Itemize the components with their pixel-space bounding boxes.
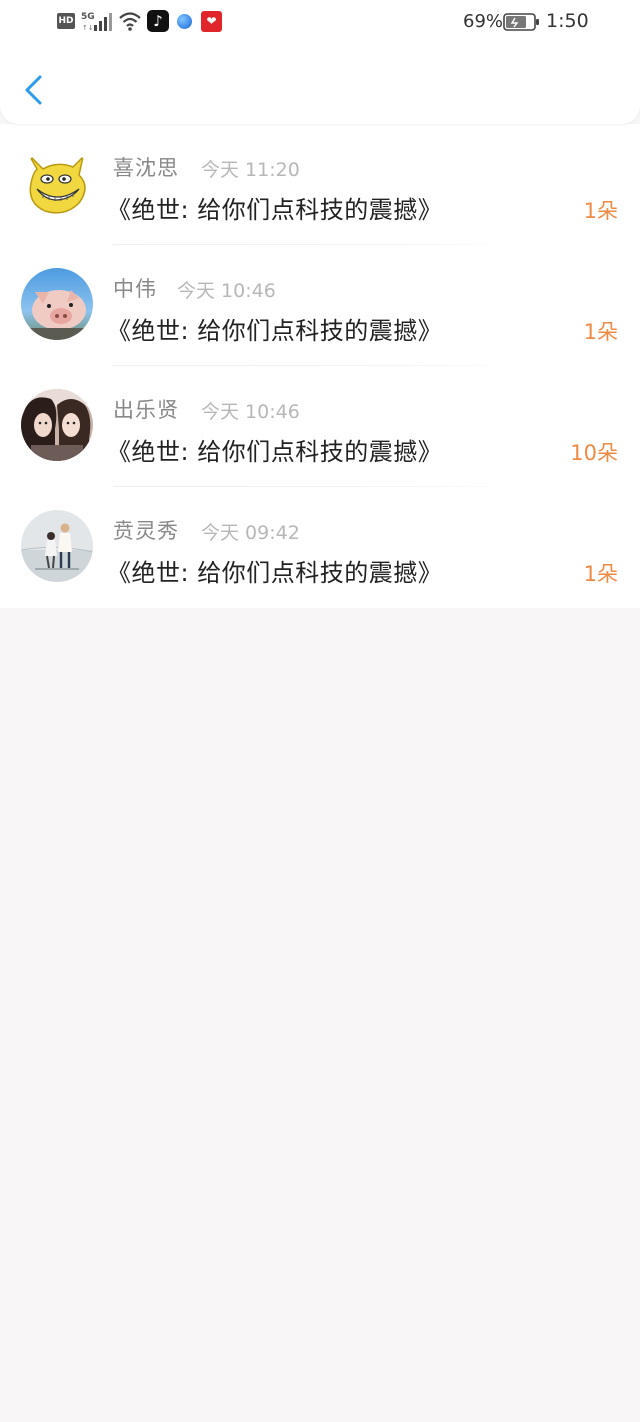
avatar[interactable] [21, 510, 93, 582]
sender-name: 贲灵秀 [113, 519, 179, 543]
sender-name: 中伟 [113, 277, 157, 301]
signal-icon: 5G ↑↓ [81, 12, 112, 32]
clock: 1:50 [546, 10, 589, 32]
sender-name: 喜沈思 [113, 156, 179, 180]
list-item[interactable]: 中伟 今天 10:46 《绝世: 给你们点科技的震撼》 1朵 [0, 245, 640, 366]
hd-badge-icon: HD [57, 13, 75, 29]
red-app-icon: ❤ [201, 11, 222, 32]
avatar[interactable] [21, 147, 93, 219]
sent-time: 今天 09:42 [201, 522, 300, 544]
flower-count: 10朵 [570, 441, 618, 465]
sent-time: 今天 10:46 [177, 280, 276, 302]
list-item[interactable]: 喜沈思 今天 11:20 《绝世: 给你们点科技的震撼》 1朵 [0, 124, 640, 245]
flower-count: 1朵 [583, 199, 618, 223]
two-girls-photo-avatar-icon [21, 389, 93, 461]
blue-app-icon [177, 14, 192, 29]
tiktok-app-icon: ♪ [147, 10, 169, 32]
top-header: HD 5G ↑↓ ♪ ❤ 69% 1:50 [0, 0, 640, 124]
work-title[interactable]: 《绝世: 给你们点科技的震撼》 [107, 190, 442, 225]
pig-photo-avatar-icon [21, 268, 93, 340]
flower-count: 1朵 [583, 562, 618, 586]
battery-icon [503, 13, 539, 31]
battery-percent: 69% [463, 11, 504, 32]
yellow-cartoon-face-avatar-icon [21, 147, 93, 219]
flower-count: 1朵 [583, 320, 618, 344]
network-label: 5G [81, 12, 95, 22]
sender-name: 出乐贤 [113, 398, 179, 422]
work-title[interactable]: 《绝世: 给你们点科技的震撼》 [107, 311, 442, 346]
back-button[interactable] [18, 68, 54, 112]
sent-time: 今天 10:46 [201, 401, 300, 423]
gift-list: 喜沈思 今天 11:20 《绝世: 给你们点科技的震撼》 1朵 中伟 今天 10… [0, 124, 640, 608]
list-item[interactable]: 贲灵秀 今天 09:42 《绝世: 给你们点科技的震撼》 1朵 [0, 487, 640, 608]
work-title[interactable]: 《绝世: 给你们点科技的震撼》 [107, 553, 442, 588]
work-title[interactable]: 《绝世: 给你们点科技的震撼》 [107, 432, 442, 467]
wifi-icon [119, 12, 141, 31]
avatar[interactable] [21, 268, 93, 340]
svg-text:↑↓: ↑↓ [82, 24, 94, 32]
status-bar: HD 5G ↑↓ ♪ ❤ 69% 1:50 [0, 0, 640, 44]
chevron-left-icon [25, 75, 42, 105]
couple-winter-photo-avatar-icon [21, 510, 93, 582]
list-item[interactable]: 出乐贤 今天 10:46 《绝世: 给你们点科技的震撼》 10朵 [0, 366, 640, 487]
avatar[interactable] [21, 389, 93, 461]
sent-time: 今天 11:20 [201, 159, 300, 181]
